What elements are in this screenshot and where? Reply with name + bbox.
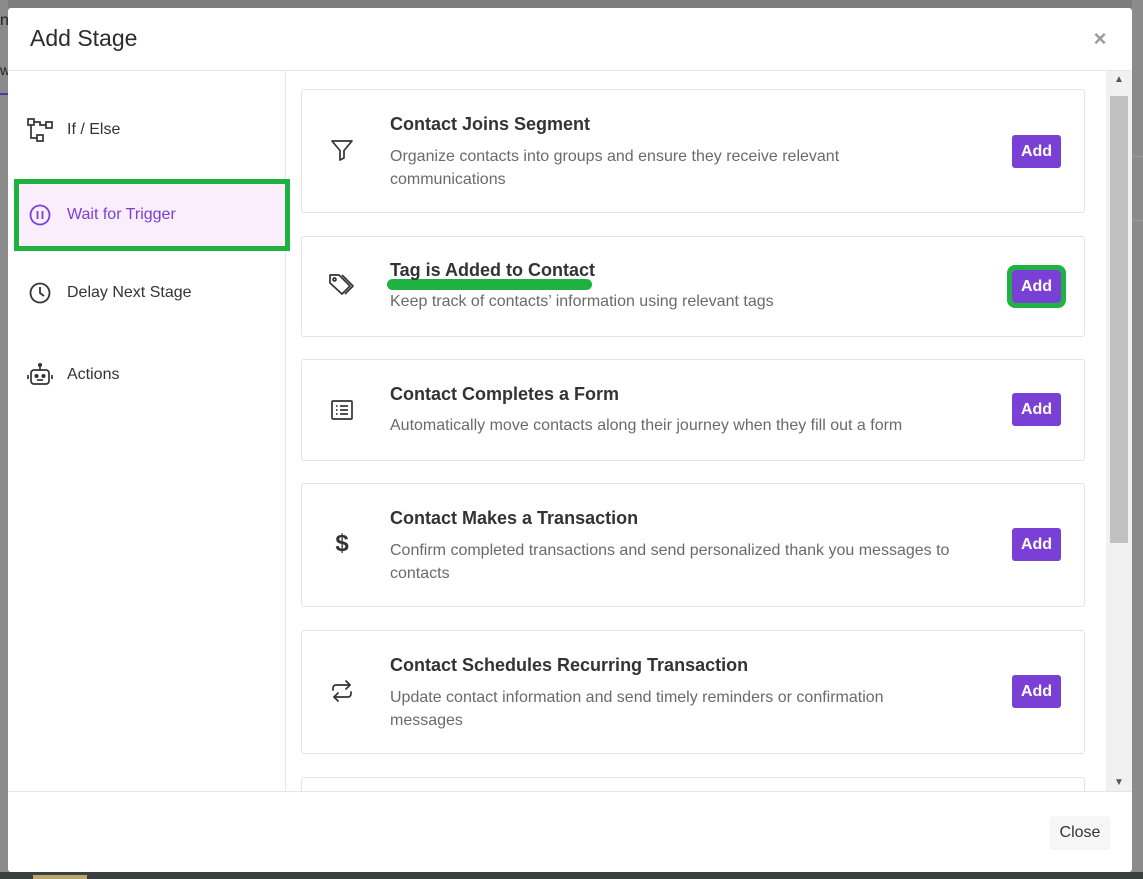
trigger-title: Contact Completes a Form bbox=[390, 384, 620, 404]
trigger-card-tag-added: Tag is Added to Contact Keep track of co… bbox=[301, 236, 1085, 337]
sidebar-item-label: Actions bbox=[67, 366, 120, 383]
add-contact-completes-form-button[interactable]: Add bbox=[1012, 393, 1061, 426]
trigger-card-contact-completes-form: Contact Completes a Form Automatically m… bbox=[301, 359, 1085, 461]
close-button[interactable]: Close bbox=[1050, 816, 1110, 850]
sidebar-item-if-else[interactable]: If / Else bbox=[14, 97, 290, 163]
trigger-card-contact-joins-segment: Contact Joins Segment Organize contacts … bbox=[301, 89, 1085, 213]
scroll-up-arrow-icon[interactable]: ▲ bbox=[1106, 71, 1132, 88]
add-contact-schedules-recurring-button[interactable]: Add bbox=[1012, 675, 1061, 708]
filter-icon bbox=[328, 136, 356, 164]
trigger-description: Keep track of contacts’ information usin… bbox=[390, 293, 774, 310]
branch-icon bbox=[27, 117, 53, 143]
repeat-icon bbox=[328, 677, 356, 705]
sidebar-item-label: If / Else bbox=[67, 121, 121, 138]
trigger-card-partial bbox=[301, 777, 1085, 791]
modal-footer: Close bbox=[8, 791, 1132, 872]
robot-icon bbox=[27, 362, 53, 388]
trigger-title: Contact Joins Segment bbox=[390, 114, 591, 134]
trigger-title: Contact Makes a Transaction bbox=[390, 508, 639, 528]
trigger-description: Automatically move contacts along their … bbox=[390, 417, 903, 434]
background-bottom-strip bbox=[0, 872, 1143, 879]
close-icon[interactable]: × bbox=[1092, 26, 1108, 52]
clock-icon bbox=[27, 280, 53, 306]
add-contact-joins-segment-button[interactable]: Add bbox=[1012, 135, 1061, 168]
sidebar-item-wait-for-trigger[interactable]: Wait for Trigger bbox=[14, 179, 290, 251]
trigger-description: Organize contacts into groups and ensure… bbox=[390, 148, 840, 188]
trigger-list-scrollbar[interactable]: ▲ ▼ bbox=[1106, 71, 1132, 791]
background-right-strip bbox=[1132, 0, 1143, 879]
background-peek-text: nt bbox=[0, 12, 8, 29]
trigger-title: Contact Schedules Recurring Transaction bbox=[390, 655, 749, 675]
background-peek-tab: w bbox=[0, 62, 8, 78]
background-left-strip bbox=[0, 0, 8, 879]
add-contact-makes-transaction-button[interactable]: Add bbox=[1012, 528, 1061, 561]
add-tag-added-button[interactable]: Add bbox=[1007, 265, 1066, 308]
sidebar-item-label: Wait for Trigger bbox=[67, 206, 176, 223]
scrollbar-thumb[interactable] bbox=[1110, 96, 1128, 543]
trigger-title: Tag is Added to Contact bbox=[390, 260, 595, 280]
tags-icon bbox=[328, 271, 356, 299]
modal-header: Add Stage × bbox=[8, 8, 1132, 71]
trigger-description: Confirm completed transactions and send … bbox=[390, 542, 950, 582]
sidebar-item-delay-next-stage[interactable]: Delay Next Stage bbox=[14, 260, 290, 326]
background-tab-underline bbox=[0, 93, 8, 95]
sidebar-item-actions[interactable]: Actions bbox=[14, 342, 290, 408]
scroll-down-arrow-icon[interactable]: ▼ bbox=[1106, 774, 1132, 791]
trigger-card-contact-schedules-recurring: Contact Schedules Recurring Transaction … bbox=[301, 630, 1085, 754]
dollar-icon: $ bbox=[335, 530, 349, 557]
sidebar-item-label: Delay Next Stage bbox=[67, 284, 192, 301]
stage-type-sidebar: If / Else Wait for Trigger Delay Next St… bbox=[8, 71, 290, 791]
modal-title: Add Stage bbox=[30, 25, 138, 51]
trigger-list: Contact Joins Segment Organize contacts … bbox=[286, 71, 1106, 791]
add-stage-modal: Add Stage × If / Else Wait for Trigger D… bbox=[8, 8, 1132, 872]
trigger-card-contact-makes-transaction: $ Contact Makes a Transaction Confirm co… bbox=[301, 483, 1085, 607]
form-list-icon bbox=[328, 396, 356, 424]
pause-circle-icon bbox=[27, 202, 53, 228]
trigger-description: Update contact information and send time… bbox=[390, 689, 884, 729]
background-bottom-block bbox=[33, 875, 87, 879]
